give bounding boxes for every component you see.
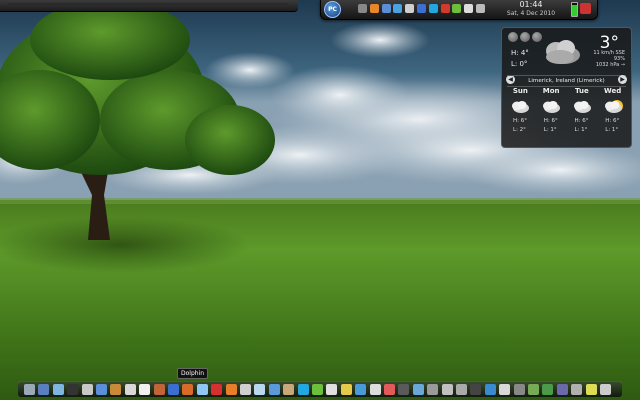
cloudy-icon	[567, 95, 598, 117]
folder-icon[interactable]	[381, 4, 391, 13]
pc-logo-icon[interactable]: PC	[324, 1, 341, 18]
help-icon[interactable]	[484, 384, 496, 395]
bluetooth-icon[interactable]	[417, 4, 426, 13]
chat-icon[interactable]	[393, 4, 403, 13]
skype-icon[interactable]	[428, 4, 438, 13]
info-icon[interactable]	[168, 384, 179, 395]
forecast-day: Sun H: 6° L: 2°	[505, 85, 536, 145]
photo-editor-icon[interactable]	[153, 384, 165, 395]
chat-icon[interactable]	[254, 384, 266, 395]
weather-refresh-icon[interactable]	[520, 32, 530, 42]
partly-sunny-icon	[597, 95, 628, 117]
firefox-icon[interactable]	[369, 4, 379, 13]
file-manager-icon[interactable]	[38, 384, 50, 395]
tools-icon[interactable]	[513, 384, 525, 395]
forecast-high: H: 6°	[543, 118, 558, 124]
skype-icon[interactable]	[297, 384, 309, 395]
terminal-icon[interactable]	[67, 384, 79, 395]
desktop-icon[interactable]	[24, 384, 35, 395]
forecast-low: L: 1°	[605, 127, 619, 133]
media-player-icon[interactable]	[240, 384, 251, 395]
weather-icon[interactable]	[585, 384, 597, 395]
current-hilo: H: 4° L: 0°	[511, 48, 529, 70]
clock-date: Sat, 4 Dec 2010	[506, 10, 556, 17]
forecast-low: L: 1°	[543, 127, 557, 133]
forecast-day: Mon H: 6° L: 1°	[536, 85, 567, 145]
forecast-low: L: 1°	[574, 127, 588, 133]
dock-tooltip: Dolphin	[177, 368, 209, 379]
email-icon[interactable]	[268, 384, 280, 395]
forecast-day-name: Mon	[542, 87, 560, 95]
shutdown-icon[interactable]	[580, 3, 591, 14]
office-icon[interactable]	[182, 384, 194, 395]
calculator-icon[interactable]	[124, 384, 136, 395]
signal-icon[interactable]	[452, 4, 462, 13]
downloads-icon[interactable]	[312, 384, 323, 395]
software-center-icon[interactable]	[96, 384, 107, 395]
panel-clock[interactable]: 01:44 Sat, 4 Dec 2010	[489, 0, 573, 18]
printer-icon[interactable]	[456, 384, 467, 395]
forecast-row: Sun H: 6° L: 2° Mon H: 6° L: 1° Tue H: 6° L: 1° W…	[505, 85, 628, 145]
network-manager-icon[interactable]	[52, 384, 64, 395]
calendar-icon[interactable]	[326, 384, 338, 395]
power-icon[interactable]	[600, 384, 611, 395]
current-low: L: 0°	[511, 60, 528, 68]
forecast-day-name: Wed	[604, 87, 622, 95]
games-icon[interactable]	[542, 384, 554, 395]
battery-icon[interactable]	[571, 2, 578, 17]
photo-viewer-icon[interactable]	[283, 384, 295, 395]
pressure: 1032 hPa →	[595, 62, 625, 68]
weather-conditions: 11 km/h SSE 93% 1032 hPa →	[593, 50, 625, 68]
camera-icon[interactable]	[470, 384, 482, 395]
cloudy-icon	[536, 95, 567, 117]
dolphin-icon[interactable]	[196, 384, 208, 395]
globe-icon[interactable]	[355, 384, 367, 395]
clock-time: 01:44	[519, 0, 543, 9]
network-icon[interactable]	[405, 4, 415, 13]
top-panel: PC 01:44 Sat, 4 Dec 2010	[320, 0, 598, 20]
text-editor-icon[interactable]	[139, 384, 151, 395]
firefox-icon[interactable]	[225, 384, 237, 395]
next-location-icon[interactable]: ▶	[618, 75, 627, 84]
window-titlebar[interactable]	[0, 0, 298, 12]
cloudy-icon	[546, 40, 580, 64]
weather-widget: H: 4° L: 0° 3° 11 km/h SSE 93% 1032 hPa …	[501, 27, 632, 148]
device-notifier-icon[interactable]	[476, 4, 485, 13]
weather-settings-icon[interactable]	[508, 32, 518, 42]
forecast-high: H: 6°	[605, 118, 620, 124]
clock-icon[interactable]	[369, 384, 381, 395]
titlebar-track	[8, 3, 288, 7]
opera-icon[interactable]	[211, 384, 223, 395]
archive-icon[interactable]	[110, 384, 122, 395]
forecast-high: H: 6°	[513, 118, 527, 124]
media-icon[interactable]	[556, 384, 568, 395]
battery-level	[572, 4, 577, 16]
scanner-icon[interactable]	[528, 384, 539, 395]
notes-icon[interactable]	[340, 384, 352, 395]
forecast-day-name: Sun	[512, 87, 528, 95]
disk-icon[interactable]	[441, 384, 453, 395]
window-list-icon[interactable]	[358, 4, 367, 13]
music-icon[interactable]	[384, 384, 395, 395]
update-icon[interactable]	[440, 4, 450, 13]
video-icon[interactable]	[398, 384, 410, 395]
volume-icon[interactable]	[464, 4, 474, 13]
trash-icon[interactable]	[571, 384, 583, 395]
cloudy-icon	[505, 95, 536, 117]
forecast-high: H: 6°	[574, 118, 589, 124]
image-icon[interactable]	[412, 384, 424, 395]
current-high: H: 4°	[511, 49, 529, 57]
system-settings-icon[interactable]	[81, 384, 93, 395]
forecast-day: Wed H: 6° L: 1°	[597, 85, 628, 145]
forecast-day-name: Tue	[575, 87, 589, 95]
mail-icon[interactable]	[499, 384, 511, 395]
settings-icon[interactable]	[427, 384, 439, 395]
forecast-day: Tue H: 6° L: 1°	[567, 85, 598, 145]
forecast-low: L: 2°	[513, 127, 526, 133]
application-dock	[18, 381, 622, 397]
